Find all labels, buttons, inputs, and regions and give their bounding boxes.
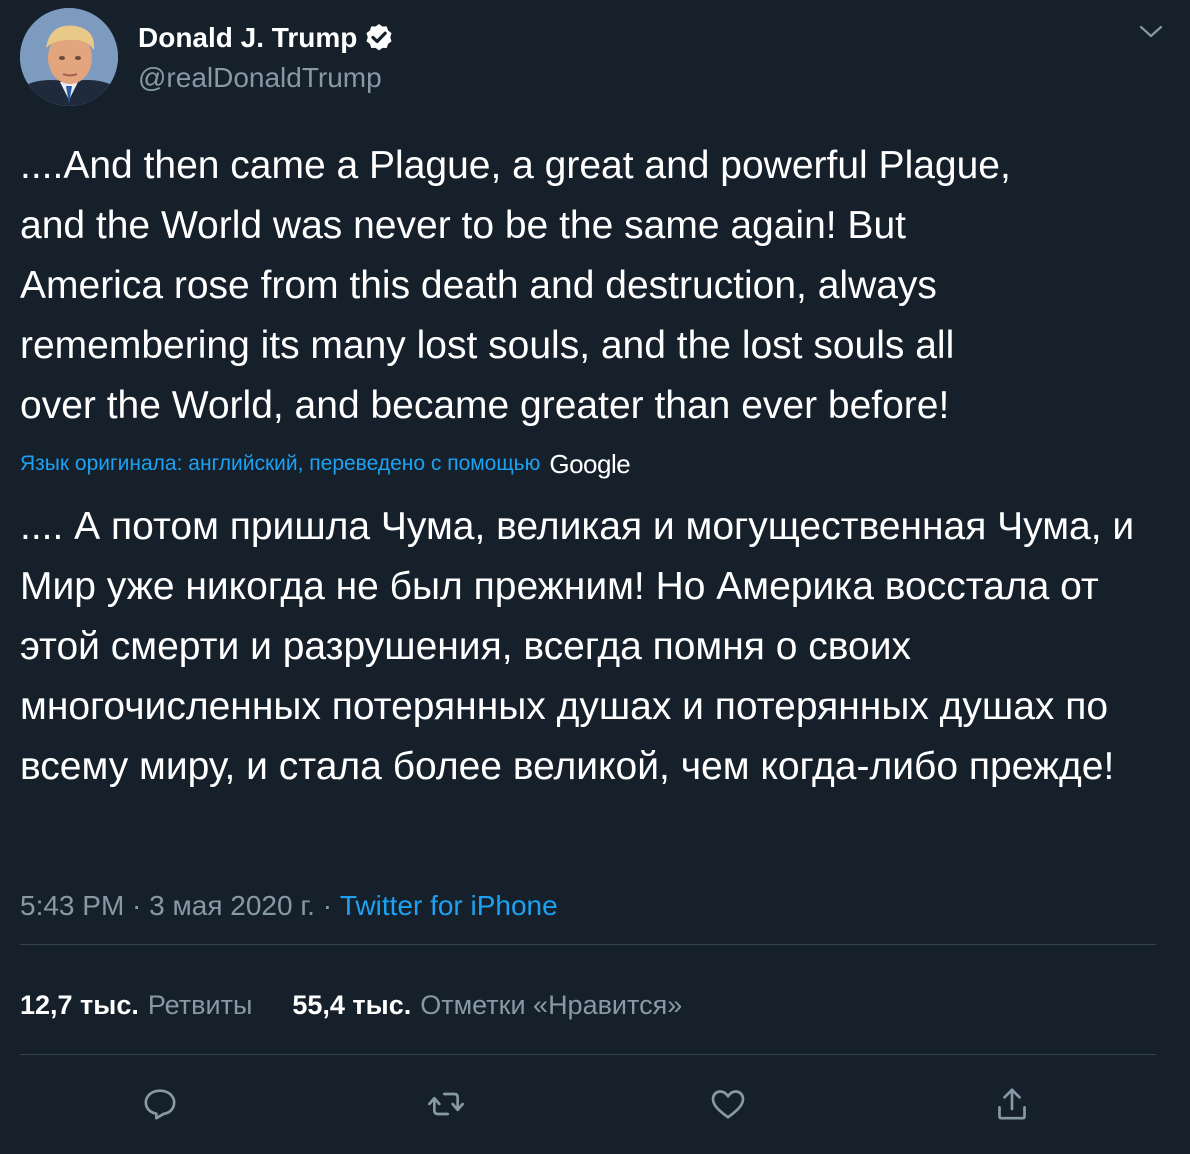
handle[interactable]: @realDonaldTrump [138, 58, 395, 98]
likes-stat[interactable]: 55,4 тыс. Отметки «Нравится» [292, 985, 682, 1025]
google-logo: Google [549, 448, 631, 479]
divider [20, 944, 1156, 945]
display-name[interactable]: Donald J. Trump [138, 18, 357, 58]
retweet-button[interactable] [424, 1082, 468, 1126]
reply-icon [144, 1089, 176, 1120]
retweet-icon [428, 1092, 464, 1116]
likes-count: 55,4 тыс. [292, 990, 412, 1020]
divider [20, 1054, 1156, 1055]
name-row: Donald J. Trump [138, 18, 395, 58]
reply-button[interactable] [138, 1082, 182, 1126]
tweet-date[interactable]: 3 мая 2020 г. [149, 886, 315, 926]
tweet-meta: 5:43 PM · 3 мая 2020 г. · Twitter for iP… [20, 886, 558, 926]
like-icon [711, 1090, 745, 1119]
like-button[interactable] [706, 1082, 750, 1126]
translation-attribution: Язык оригинала: английский, переведено с… [20, 447, 631, 481]
translation-label[interactable]: Язык оригинала: английский, переведено с… [20, 452, 540, 476]
likes-label: Отметки «Нравится» [420, 990, 683, 1020]
meta-separator: · [124, 890, 150, 921]
chevron-down-icon[interactable] [1138, 22, 1164, 42]
tweet-time[interactable]: 5:43 PM [20, 886, 124, 926]
meta-separator: · [314, 890, 340, 921]
tweet-text: ....And then came a Plague, a great and … [20, 144, 1011, 427]
retweets-stat[interactable]: 12,7 тыс. Ретвиты [20, 985, 252, 1025]
tweet-stats: 12,7 тыс. Ретвиты 55,4 тыс. Отметки «Нра… [20, 985, 722, 1025]
avatar-photo-icon [20, 8, 118, 106]
tweet-author[interactable]: Donald J. Trump @realDonaldTrump [138, 18, 395, 98]
retweets-label: Ретвиты [147, 990, 253, 1020]
share-icon [998, 1088, 1026, 1120]
tweet-source[interactable]: Twitter for iPhone [340, 886, 558, 926]
translated-text: .... А потом пришла Чума, великая и могу… [20, 505, 1135, 788]
share-button[interactable] [990, 1082, 1034, 1126]
avatar[interactable] [20, 8, 118, 106]
verified-badge-icon [366, 24, 392, 51]
tweet-actions [0, 1082, 1190, 1130]
retweets-count: 12,7 тыс. [20, 990, 139, 1020]
